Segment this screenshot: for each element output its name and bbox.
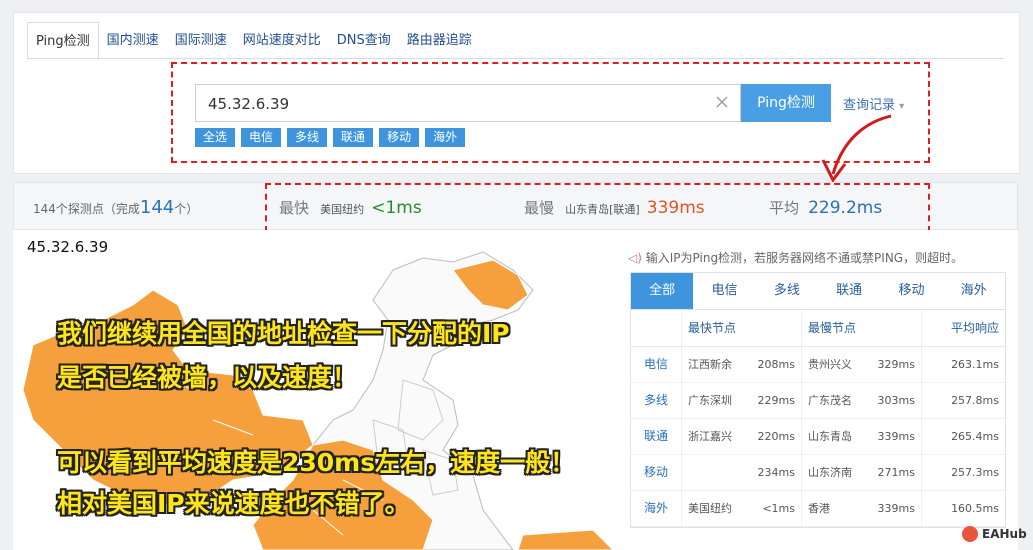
tab-international-speed[interactable]: 国际测速	[167, 22, 235, 58]
highlight-summary	[265, 183, 930, 232]
row-fast-loc: 广东深圳	[688, 394, 732, 407]
row-avg: 257.8ms	[921, 383, 1005, 418]
tab-ping[interactable]: Ping检测	[27, 22, 99, 60]
row-isp: 电信	[643, 357, 668, 371]
row-fast-val: 208ms	[757, 358, 795, 371]
table-row: 联通 浙江嘉兴 220ms 山东青岛 339ms 265.4ms	[631, 419, 1005, 455]
row-avg: 160.5ms	[921, 491, 1005, 526]
row-isp: 移动	[643, 465, 668, 479]
row-slow-val: 303ms	[877, 394, 915, 407]
header-fastest: 最快节点	[681, 310, 801, 346]
row-slow-loc: 广东茂名	[808, 394, 852, 407]
result-tab-unicom[interactable]: 联通	[818, 273, 880, 309]
row-fast-loc: 美国纽约	[688, 502, 732, 515]
table-row: 电信 江西新余 208ms 贵州兴义 329ms 263.1ms	[631, 347, 1005, 383]
result-tabs: 全部 电信 多线 联通 移动 海外	[631, 273, 1005, 310]
table-row: 移动 234ms 山东济南 271ms 257.3ms	[631, 455, 1005, 491]
result-header: 最快节点 最慢节点 平均响应	[631, 310, 1005, 347]
table-row: 海外 美国纽约 <1ms 香港 339ms 160.5ms	[631, 491, 1005, 527]
header-average: 平均响应	[921, 310, 1005, 346]
result-tab-mobile[interactable]: 移动	[880, 273, 942, 309]
probe-number: 144	[139, 197, 175, 218]
row-slow-loc: 山东青岛	[808, 430, 852, 443]
row-slow-val: 339ms	[877, 430, 915, 443]
tab-traceroute[interactable]: 路由器追踪	[399, 22, 480, 58]
row-slow-loc: 香港	[808, 502, 830, 515]
row-fast-val: 229ms	[757, 394, 795, 407]
tabs-divider	[27, 58, 1004, 59]
notice: ◁) 输入IP为Ping检测，若服务器网络不通或禁PING，则超时。	[628, 249, 963, 266]
result-tab-overseas[interactable]: 海外	[943, 273, 1005, 309]
row-avg: 257.3ms	[921, 455, 1005, 490]
row-isp: 海外	[643, 501, 668, 515]
map-region-south	[517, 529, 614, 550]
tab-site-compare[interactable]: 网站速度对比	[235, 22, 329, 58]
row-isp: 多线	[643, 393, 668, 407]
row-fast-loc: 浙江嘉兴	[688, 430, 732, 443]
header-slowest: 最慢节点	[801, 310, 921, 346]
row-fast-val: 234ms	[757, 466, 795, 479]
caption-line-2: 是否已经被墙，以及速度！	[57, 363, 358, 392]
row-avg: 265.4ms	[921, 419, 1005, 454]
row-avg: 263.1ms	[921, 347, 1005, 382]
annotation-arrow	[821, 114, 892, 183]
watermark-logo-icon	[962, 526, 978, 542]
caption-line-4: 相对美国IP来说速度也不错了。	[57, 489, 410, 518]
row-slow-val: 271ms	[877, 466, 915, 479]
tab-dns[interactable]: DNS查询	[329, 22, 399, 58]
row-isp: 联通	[643, 429, 668, 443]
tool-tabs: Ping检测 国内测速 国际测速 网站速度对比 DNS查询 路由器追踪	[27, 22, 480, 60]
tab-domestic-speed[interactable]: 国内测速	[99, 22, 167, 58]
row-slow-val: 329ms	[877, 358, 915, 371]
result-table: 全部 电信 多线 联通 移动 海外 最快节点 最慢节点 平均响应 电信 江西新余…	[630, 272, 1006, 528]
table-row: 多线 广东深圳 229ms 广东茂名 303ms 257.8ms	[631, 383, 1005, 419]
notice-text: 输入IP为Ping检测，若服务器网络不通或禁PING，则超时。	[645, 251, 964, 265]
row-fast-val: <1ms	[762, 502, 795, 515]
probe-count: 144个探测点（完成144个）	[33, 197, 198, 218]
probe-prefix: 144个探测点（完成	[33, 202, 140, 216]
result-tab-all[interactable]: 全部	[631, 273, 694, 309]
row-slow-val: 339ms	[877, 502, 915, 515]
result-tab-telecom[interactable]: 电信	[693, 273, 755, 309]
probe-suffix: 个）	[174, 202, 199, 216]
watermark: EAHub	[962, 526, 1027, 542]
speaker-icon: ◁)	[628, 251, 642, 265]
row-slow-loc: 贵州兴义	[808, 358, 852, 371]
caption-line-3: 可以看到平均速度是230ms左右，速度一般！	[57, 448, 576, 477]
caption-line-1: 我们继续用全国的地址检查一下分配的IP	[57, 319, 510, 348]
row-fast-val: 220ms	[757, 430, 795, 443]
row-slow-loc: 山东济南	[808, 466, 852, 479]
watermark-text: EAHub	[982, 527, 1027, 541]
result-tab-multiline[interactable]: 多线	[756, 273, 818, 309]
row-fast-loc: 江西新余	[688, 358, 732, 371]
